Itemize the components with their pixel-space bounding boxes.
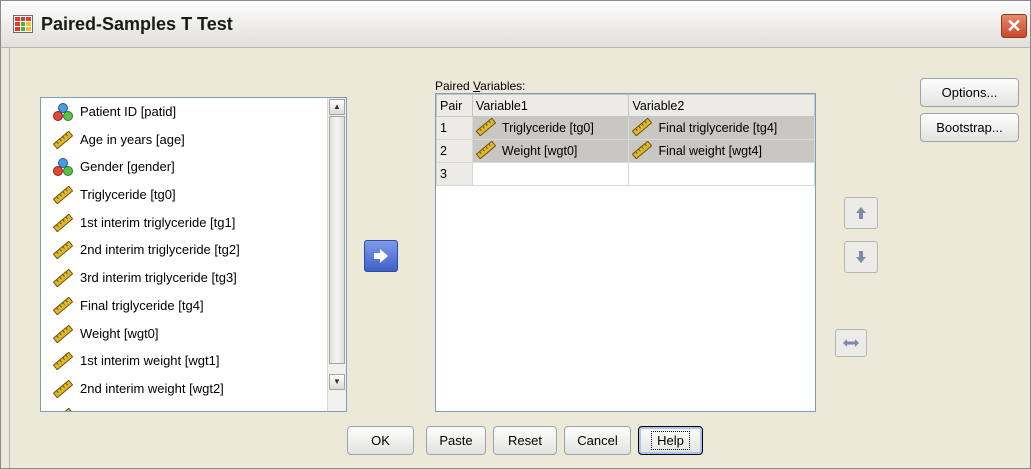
scale-ruler-icon <box>52 407 74 411</box>
scale-ruler-icon <box>52 185 74 205</box>
list-item-label: 3rd interim triglyceride [tg3] <box>80 270 237 286</box>
list-item-label: 3rd interim weight [wgt3] <box>80 409 221 411</box>
options-button[interactable]: Options... <box>920 78 1019 107</box>
scale-ruler-icon <box>52 268 74 288</box>
scroll-down-button[interactable]: ▼ <box>329 374 345 390</box>
scale-ruler-icon <box>52 351 74 371</box>
help-label: Help <box>651 431 690 450</box>
list-item[interactable]: Triglyceride [tg0] <box>41 181 324 209</box>
scale-ruler-icon <box>475 117 497 139</box>
scale-ruler-icon <box>52 241 74 260</box>
swap-arrows-icon <box>843 339 859 347</box>
list-item[interactable]: 2nd interim weight [wgt2] <box>41 375 324 403</box>
list-item[interactable]: 2nd interim triglyceride [tg2] <box>41 236 324 264</box>
dialog-title: Paired-Samples T Test <box>41 14 233 34</box>
cancel-button[interactable]: Cancel <box>564 426 631 455</box>
move-down-button[interactable] <box>844 241 878 273</box>
scale-ruler-icon <box>632 140 653 162</box>
list-item[interactable]: 1st interim triglyceride [tg1] <box>41 209 324 237</box>
swap-variables-button[interactable] <box>835 329 867 357</box>
header-pair[interactable]: Pair <box>436 94 473 117</box>
list-item-label: 1st interim triglyceride [tg1] <box>80 214 236 230</box>
variable2-cell[interactable] <box>628 162 815 186</box>
up-arrow-icon <box>856 207 866 219</box>
window-edge <box>1 48 10 468</box>
paired-row[interactable]: 3 <box>436 162 815 186</box>
paired-variables-table: Pair Variable1 Variable2 1 Triglyceride [… <box>436 94 815 186</box>
scroll-thumb[interactable] <box>329 116 345 364</box>
close-button[interactable]: ✕ <box>1001 14 1027 38</box>
move-up-button[interactable] <box>844 197 878 229</box>
dialog-window: Paired-Samples T Test ✕ Patient ID [pati… <box>0 0 1031 469</box>
right-arrow-icon <box>374 249 388 263</box>
scale-ruler-icon <box>52 130 74 150</box>
paired-row[interactable]: 1 Triglyceride [tg0] Final triglyceride [t… <box>436 116 815 140</box>
paired-variables-label: Paired Variables: <box>435 79 526 93</box>
variable2-label: Final triglyceride [tg4] <box>658 121 778 135</box>
list-item[interactable]: 3rd interim triglyceride [tg3] <box>41 264 324 292</box>
header-variable1[interactable]: Variable1 <box>471 94 630 117</box>
nominal-icon <box>53 103 73 121</box>
list-item[interactable]: Weight [wgt0] <box>41 320 324 348</box>
paste-button[interactable]: Paste <box>426 426 486 455</box>
paired-row[interactable]: 2 Weight [wgt0] Final weight [wgt4] <box>436 139 815 163</box>
pair-number: 3 <box>436 162 473 186</box>
list-item[interactable]: 3rd interim weight [wgt3] <box>41 403 324 411</box>
pair-number: 2 <box>436 139 473 163</box>
vertical-scrollbar[interactable]: ▲ ▼ <box>327 98 346 411</box>
list-item-label: Triglyceride [tg0] <box>80 187 176 203</box>
variable1-cell[interactable] <box>471 162 630 186</box>
move-to-paired-button[interactable] <box>364 240 398 272</box>
scroll-up-button[interactable]: ▲ <box>329 99 345 115</box>
title-bar[interactable]: Paired-Samples T Test ✕ <box>1 1 1030 48</box>
list-item-label: 2nd interim weight [wgt2] <box>80 380 224 396</box>
variable1-label: Weight [wgt0] <box>501 144 578 158</box>
ok-button[interactable]: OK <box>347 426 414 455</box>
list-item[interactable]: 1st interim weight [wgt1] <box>41 347 324 375</box>
data-editor-icon <box>13 15 33 33</box>
scale-ruler-icon <box>632 117 653 139</box>
variable1-cell[interactable]: Triglyceride [tg0] <box>471 116 630 140</box>
variable1-cell[interactable]: Weight [wgt0] <box>471 139 630 163</box>
paired-variables-grid[interactable]: Pair Variable1 Variable2 1 Triglyceride [… <box>435 93 816 412</box>
list-item-label: 1st interim weight [wgt1] <box>80 353 220 369</box>
scale-ruler-icon <box>52 296 74 316</box>
scale-ruler-icon <box>52 324 74 343</box>
list-item-label: Weight [wgt0] <box>80 325 159 341</box>
list-item-label: Gender [gender] <box>80 159 175 175</box>
list-item-label: 2nd interim triglyceride [tg2] <box>80 242 240 258</box>
reset-button[interactable]: Reset <box>493 426 557 455</box>
list-item-label: Age in years [age] <box>80 131 185 147</box>
variable2-cell[interactable]: Final triglyceride [tg4] <box>628 116 815 140</box>
variable2-label: Final weight [wgt4] <box>658 144 762 158</box>
bootstrap-button[interactable]: Bootstrap... <box>920 113 1019 142</box>
list-item[interactable]: Patient ID [patid] <box>41 98 324 126</box>
list-item-label: Patient ID [patid] <box>80 104 177 119</box>
list-item[interactable]: Gender [gender] <box>41 153 324 181</box>
scale-ruler-icon <box>475 140 497 162</box>
variable2-cell[interactable]: Final weight [wgt4] <box>628 139 815 163</box>
source-variable-items: Patient ID [patid] Age in years [age] Gend… <box>41 98 324 411</box>
source-variable-list[interactable]: Patient ID [patid] Age in years [age] Gend… <box>40 97 347 412</box>
variable1-label: Triglyceride [tg0] <box>501 121 594 135</box>
list-item[interactable]: Final triglyceride [tg4] <box>41 292 324 320</box>
scale-ruler-icon <box>52 213 74 233</box>
scale-ruler-icon <box>52 379 74 399</box>
nominal-icon <box>53 158 73 177</box>
list-item[interactable]: Age in years [age] <box>41 126 324 154</box>
down-arrow-icon <box>856 251 866 263</box>
help-button[interactable]: Help <box>638 426 703 455</box>
paired-rows: 1 Triglyceride [tg0] Final triglyceride [t… <box>436 116 815 186</box>
header-variable2[interactable]: Variable2 <box>628 94 815 117</box>
list-item-label: Final triglyceride [tg4] <box>80 297 204 313</box>
pair-number: 1 <box>436 116 473 140</box>
